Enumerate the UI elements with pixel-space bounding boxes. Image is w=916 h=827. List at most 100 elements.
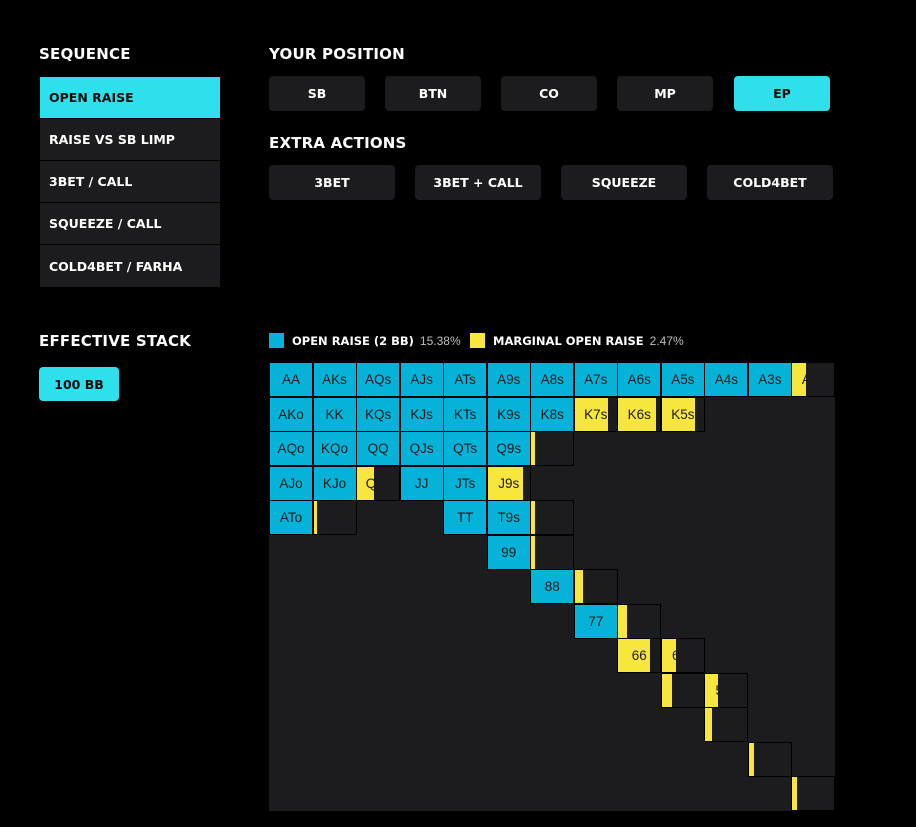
hand-label: Q8s — [539, 441, 565, 457]
hand-cell-66[interactable]: 66 — [617, 638, 662, 674]
hand-cell-qjs[interactable]: QJs — [399, 431, 444, 467]
hand-cell-a6s[interactable]: A6s — [617, 362, 662, 398]
position-button-co[interactable]: CO — [501, 76, 597, 111]
hand-cell-k8s[interactable]: K8s — [530, 396, 575, 432]
hand-cell-aa[interactable]: AA — [269, 362, 314, 398]
hand-cell-65s[interactable]: 65s — [660, 638, 705, 674]
hand-cell-aks[interactable]: AKs — [312, 362, 357, 398]
hand-label: A9s — [497, 372, 521, 388]
hand-label: A5s — [671, 372, 695, 388]
hand-cell-kjs[interactable]: KJs — [399, 396, 444, 432]
hand-cell-33[interactable]: 33 — [747, 741, 792, 777]
hand-cell-k7s[interactable]: K7s — [573, 396, 618, 432]
hand-cell-kto[interactable]: KTo — [312, 500, 357, 536]
hand-label: A4s — [714, 372, 739, 388]
hand-label: A7s — [584, 372, 608, 388]
hand-cell-22[interactable]: 22 — [791, 776, 836, 812]
hand-cell-j9s[interactable]: J9s — [486, 465, 531, 501]
hand-label: 88 — [544, 579, 560, 595]
hand-cell-k6s[interactable]: K6s — [617, 396, 662, 432]
hand-cell-ajs[interactable]: AJs — [399, 362, 444, 398]
hand-cell-kqs[interactable]: KQs — [356, 396, 401, 432]
hand-label: Q9s — [496, 441, 522, 457]
hand-cell-55[interactable]: 55 — [660, 672, 705, 708]
hand-cell-a7s[interactable]: A7s — [573, 362, 618, 398]
sequence-item-3bet-call[interactable]: 3BET / CALL — [40, 161, 220, 202]
legend-marginal-pct: 2.47% — [649, 333, 684, 348]
hand-cell-q8s[interactable]: Q8s — [530, 431, 575, 467]
position-button-btn[interactable]: BTN — [385, 76, 481, 111]
position-button-ep[interactable]: EP — [734, 76, 830, 111]
hand-cell-a5s[interactable]: A5s — [660, 362, 705, 398]
extra-action-button-3bet-call[interactable]: 3BET + CALL — [415, 165, 541, 200]
hand-label: KTo — [322, 510, 347, 526]
hand-cell-54s[interactable]: 54s — [704, 672, 749, 708]
hand-cell-t9s[interactable]: T9s — [486, 500, 531, 536]
hand-label: JTs — [455, 475, 476, 491]
legend-open-raise-swatch — [269, 333, 284, 348]
hand-cell-77[interactable]: 77 — [573, 603, 618, 639]
hand-cell-kts[interactable]: KTs — [443, 396, 488, 432]
hand-label: 22 — [805, 786, 821, 802]
extra-action-button-3bet[interactable]: 3BET — [269, 165, 395, 200]
hand-cell-k5s[interactable]: K5s — [660, 396, 705, 432]
hand-cell-99[interactable]: 99 — [486, 534, 531, 570]
hand-cell-a4s[interactable]: A4s — [704, 362, 749, 398]
hand-cell-a2s[interactable]: A2s — [791, 362, 836, 398]
hand-label: QTs — [453, 441, 478, 457]
hand-label: 77 — [588, 613, 604, 629]
legend-marginal-label: MARGINAL OPEN RAISE — [493, 333, 644, 348]
hand-cell-qq[interactable]: QQ — [356, 431, 401, 467]
hand-label: K7s — [584, 406, 608, 422]
hand-cell-98s[interactable]: 98s — [530, 534, 575, 570]
stack-100bb-button[interactable]: 100 BB — [39, 367, 119, 401]
hand-cell-qjo[interactable]: QJo — [356, 465, 401, 501]
hand-label: K8s — [540, 406, 564, 422]
hand-range-grid: AA AKs AQs AJs ATs A9s A8s A7s A6s A5s A4s A3s A2s AK… — [269, 362, 836, 812]
extra-action-button-squeeze[interactable]: SQUEEZE — [561, 165, 687, 200]
sequence-item-squeeze-call[interactable]: SQUEEZE / CALL — [40, 203, 220, 244]
hand-label: AQs — [364, 372, 392, 388]
hand-cell-jts[interactable]: JTs — [443, 465, 488, 501]
hand-label: KQs — [364, 406, 392, 422]
hand-cell-88[interactable]: 88 — [530, 569, 575, 605]
sequence-item-open-raise[interactable]: OPEN RAISE — [40, 77, 220, 118]
hand-label: J9s — [498, 475, 520, 491]
hand-cell-76s[interactable]: 76s — [617, 603, 662, 639]
hand-cell-44[interactable]: 44 — [704, 707, 749, 743]
legend-open-raise-label: OPEN RAISE (2 BB) — [292, 333, 414, 348]
hand-cell-ajo[interactable]: AJo — [269, 465, 314, 501]
hand-cell-aqo[interactable]: AQo — [269, 431, 314, 467]
sequence-item-raise-vs-sb-limp[interactable]: RAISE VS SB LIMP — [40, 119, 220, 160]
extra-action-button-cold4bet[interactable]: COLD4BET — [707, 165, 833, 200]
hand-cell-a9s[interactable]: A9s — [486, 362, 531, 398]
hand-cell-t8s[interactable]: T8s — [530, 500, 575, 536]
hand-cell-tt[interactable]: TT — [443, 500, 488, 536]
position-button-sb[interactable]: SB — [269, 76, 365, 111]
sequence-item-cold4bet-farha[interactable]: COLD4BET / FARHA — [40, 245, 220, 287]
position-button-mp[interactable]: MP — [617, 76, 713, 111]
hand-label: 54s — [715, 682, 738, 698]
hand-cell-87s[interactable]: 87s — [573, 569, 618, 605]
legend-marginal: MARGINAL OPEN RAISE 2.47% — [470, 333, 684, 348]
hand-cell-a8s[interactable]: A8s — [530, 362, 575, 398]
hand-cell-qts[interactable]: QTs — [443, 431, 488, 467]
hand-cell-a3s[interactable]: A3s — [747, 362, 792, 398]
marginal-fill — [574, 570, 584, 604]
hand-cell-kk[interactable]: KK — [312, 396, 357, 432]
extra-actions-heading: EXTRA ACTIONS — [269, 134, 407, 152]
hand-label: KK — [325, 406, 344, 422]
marginal-fill — [748, 742, 754, 776]
hand-cell-jj[interactable]: JJ — [399, 465, 444, 501]
hand-cell-q9s[interactable]: Q9s — [486, 431, 531, 467]
hand-cell-ats[interactable]: ATs — [443, 362, 488, 398]
hand-cell-k9s[interactable]: K9s — [486, 396, 531, 432]
hand-label: KQo — [321, 441, 349, 457]
hand-cell-aqs[interactable]: AQs — [356, 362, 401, 398]
hand-cell-ato[interactable]: ATo — [269, 500, 314, 536]
hand-cell-kqo[interactable]: KQo — [312, 431, 357, 467]
marginal-fill — [531, 432, 535, 466]
hand-cell-ako[interactable]: AKo — [269, 396, 314, 432]
hand-cell-kjo[interactable]: KJo — [312, 465, 357, 501]
hand-label: 98s — [541, 544, 564, 560]
